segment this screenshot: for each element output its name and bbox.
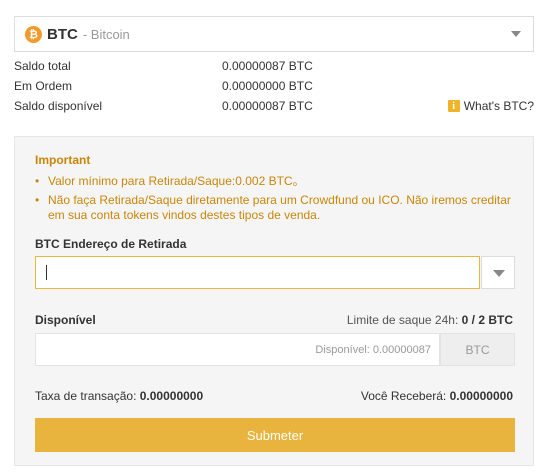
balance-label: Saldo disponível <box>14 99 103 113</box>
available-label: Disponível <box>35 313 96 327</box>
coin-name: - Bitcoin <box>82 26 130 42</box>
address-label: BTC Endereço de Retirada <box>35 237 187 251</box>
balance-row-available: Saldo disponível 0.00000087 BTC i What's… <box>14 99 534 115</box>
address-input[interactable] <box>35 256 480 289</box>
receive-label: Você Receberá: <box>360 389 447 403</box>
amount-input[interactable] <box>35 333 440 366</box>
important-title: Important <box>35 153 91 167</box>
receive-amount: Você Receberá: 0.00000000 <box>361 389 513 403</box>
balance-value: 0.00000087 BTC <box>222 99 313 113</box>
submit-button[interactable]: Submeter <box>35 418 515 452</box>
chevron-down-icon <box>493 270 505 277</box>
limit-value: 0 / 2 BTC <box>461 313 513 327</box>
balance-row-total: Saldo total 0.00000087 BTC <box>14 59 534 75</box>
withdraw-limit: Limite de saque 24h: 0 / 2 BTC <box>347 313 513 327</box>
chevron-down-icon[interactable] <box>511 31 521 37</box>
info-icon: i <box>447 100 460 112</box>
balance-value: 0.00000000 BTC <box>222 79 313 93</box>
important-note: Valor mínimo para Retirada/Saque:0.002 B… <box>35 174 520 189</box>
whats-btc-label: What's BTC? <box>463 99 534 113</box>
receive-value: 0.00000000 <box>449 389 513 403</box>
withdraw-panel: Important Valor mínimo para Retirada/Saq… <box>14 136 534 466</box>
fee-label: Taxa de transação: <box>35 389 137 403</box>
limit-label: Limite de saque 24h: <box>346 313 459 327</box>
whats-btc-link[interactable]: i What's BTC? <box>447 99 534 113</box>
amount-unit: BTC <box>440 333 515 366</box>
coin-select[interactable]: ₿ BTC - Bitcoin <box>14 16 534 52</box>
bitcoin-icon: ₿ <box>25 25 42 43</box>
address-dropdown-button[interactable] <box>481 256 515 289</box>
coin-symbol: BTC <box>47 25 78 43</box>
important-notes: Valor mínimo para Retirada/Saque:0.002 B… <box>35 174 520 227</box>
balance-label: Em Ordem <box>14 79 73 93</box>
balance-value: 0.00000087 BTC <box>222 59 313 73</box>
balance-row-in-order: Em Ordem 0.00000000 BTC <box>14 79 534 95</box>
balance-label: Saldo total <box>14 59 71 73</box>
transaction-fee: Taxa de transação: 0.00000000 <box>35 389 203 403</box>
fee-value: 0.00000000 <box>139 389 204 403</box>
text-cursor <box>46 265 47 280</box>
important-note: Não faça Retirada/Saque diretamente para… <box>35 193 520 223</box>
